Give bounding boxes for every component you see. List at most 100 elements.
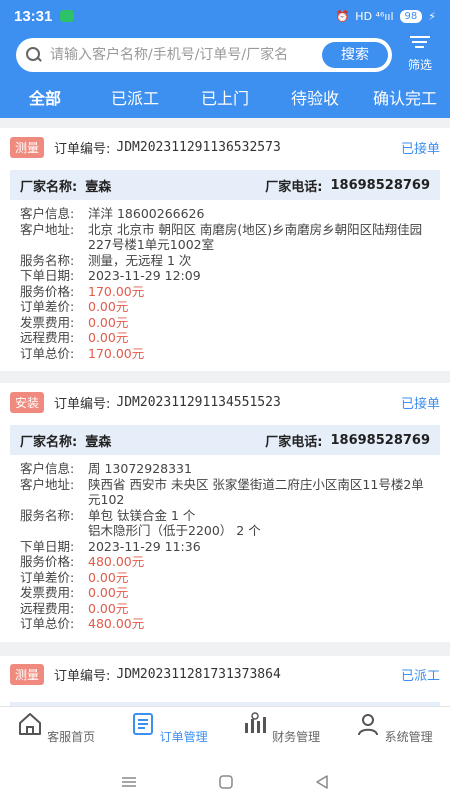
battery-icon: 98	[399, 9, 423, 23]
order-status: 已派工	[400, 669, 440, 684]
order-no-label: 订单编号:	[54, 396, 111, 412]
tab-pending-acceptance[interactable]: 待验收	[270, 84, 360, 118]
service-type-badge: 安装	[10, 391, 45, 413]
status-bar: 13:31 ⏰ HD ⁴⁶ııl 98 ⚡	[0, 0, 450, 32]
finance-icon	[245, 712, 267, 733]
factory-name-label: 厂家名称:	[20, 434, 78, 450]
order-no: JDM202311291134551523	[116, 394, 281, 410]
nav-label: 订单管理	[159, 730, 208, 744]
price-diff: 0.00元	[88, 569, 129, 585]
order-list: 测量 订单编号: JDM202311291136532573 已接单 厂家名称:…	[0, 118, 450, 706]
order-card-header: 安装 订单编号: JDM202311291134551523 已接单	[10, 383, 440, 421]
tab-completed[interactable]: 确认完工	[360, 84, 450, 118]
order-no: JDM202311281731373864	[116, 667, 281, 682]
system-nav-bar	[0, 764, 450, 800]
remote-fee: 0.00元	[88, 330, 129, 345]
order-details: 客户信息: 周 13072928331 客户地址: 陕西省 西安市 未央区 张家堡街…	[10, 455, 440, 632]
order-status: 已接单	[400, 141, 440, 157]
customer-address: 陕西省 西安市 未央区 张家堡街道二府庄小区南区11号楼2单元102	[88, 476, 424, 508]
back-icon[interactable]	[314, 774, 330, 790]
tab-dispatched[interactable]: 已派工	[90, 84, 180, 118]
nav-label: 财务管理	[272, 730, 321, 744]
alarm-icon: ⏰	[335, 9, 350, 23]
remote-label: 远程费用:	[20, 600, 75, 616]
invoice-label: 发票费用:	[20, 585, 75, 600]
user-icon	[357, 714, 378, 736]
invoice-fee: 0.00元	[88, 314, 129, 330]
price-diff: 0.00元	[88, 299, 129, 314]
invoice-fee: 0.00元	[88, 585, 129, 600]
service-price-label: 服务价格:	[20, 554, 75, 569]
service-name: 测量，无远程 1 次	[88, 252, 192, 268]
service-price: 170.00元	[88, 283, 145, 299]
order-card-header: 测量 订单编号: JDM202311291136532573 已接单	[10, 128, 440, 166]
header: 搜索 筛选 全部 已派工 已上门 待验收 确认完工	[0, 32, 450, 118]
signal-icon: HD ⁴⁶ııl	[355, 9, 394, 23]
factory-phone-label: 厂家电话:	[265, 434, 323, 450]
nav-customer-service-home[interactable]: 客服首页	[0, 707, 113, 764]
date-label: 下单日期:	[20, 538, 75, 554]
price-diff-label: 订单差价:	[20, 569, 75, 585]
factory-bar: 厂家名称: 壹森 厂家电话: 18698528769	[10, 170, 440, 200]
service-type-badge: 测量	[10, 136, 45, 158]
nav-label: 系统管理	[384, 730, 433, 744]
wechat-icon	[60, 10, 75, 22]
total-label: 订单总价:	[20, 345, 75, 361]
search-icon	[26, 47, 42, 63]
price-diff-label: 订单差价:	[20, 299, 75, 314]
order-details: 客户信息: 洋洋 18600266626 客户地址: 北京 北京市 朝阳区 南磨房(…	[10, 200, 440, 361]
service-price-label: 服务价格:	[20, 283, 75, 299]
nav-system-management[interactable]: 系统管理	[338, 707, 450, 764]
service-line: 铝木隐形门（低于2200） 2 个	[88, 523, 261, 538]
bottom-nav: 客服首页 订单管理 财务管理 系统管理	[0, 706, 450, 764]
nav-order-management[interactable]: 订单管理	[113, 707, 226, 764]
charging-icon: ⚡	[428, 9, 436, 23]
clock: 13:31	[14, 7, 53, 25]
search-button[interactable]: 搜索	[322, 42, 388, 68]
tab-all[interactable]: 全部	[0, 84, 90, 118]
status-icons: ⏰ HD ⁴⁶ııl 98 ⚡	[335, 9, 436, 23]
date-label: 下单日期:	[20, 268, 75, 283]
factory-name: 壹森	[85, 434, 112, 450]
menu-icon[interactable]	[120, 775, 138, 789]
address-label: 客户地址:	[20, 221, 75, 237]
service-name: 单包 钛镁合金 1 个铝木隐形门（低于2200） 2 个	[88, 508, 430, 539]
factory-phone[interactable]: 18698528769	[331, 178, 431, 193]
order-list-icon	[132, 713, 153, 735]
tab-visited[interactable]: 已上门	[180, 84, 270, 118]
factory-phone-label: 厂家电话:	[265, 179, 323, 195]
home-button-icon[interactable]	[218, 774, 234, 790]
order-no-label: 订单编号:	[54, 141, 111, 157]
factory-name: 壹森	[85, 179, 112, 195]
remote-label: 远程费用:	[20, 330, 75, 345]
search-bar: 搜索	[16, 38, 392, 72]
order-card[interactable]: 安装 订单编号: JDM202311291134551523 已接单 厂家名称:…	[0, 383, 450, 642]
filter-button[interactable]: 筛选	[402, 36, 438, 73]
factory-phone[interactable]: 18698528769	[331, 433, 431, 448]
order-date: 2023-11-29 12:09	[88, 268, 201, 283]
service-line: 单包 钛镁合金 1 个	[88, 507, 196, 523]
filter-icon	[410, 36, 430, 54]
order-card-header: 测量 订单编号: JDM202311281731373864 已派工	[10, 656, 440, 694]
order-card[interactable]: 测量 订单编号: JDM202311291136532573 已接单 厂家名称:…	[0, 128, 450, 371]
nav-finance-management[interactable]: 财务管理	[225, 707, 338, 764]
service-type-badge: 测量	[10, 664, 45, 685]
customer-info: 周 13072928331	[88, 461, 192, 476]
order-no: JDM202311291136532573	[116, 139, 281, 155]
remote-fee: 0.00元	[88, 600, 129, 616]
nav-label: 客服首页	[47, 730, 96, 744]
order-status: 已接单	[400, 396, 440, 412]
factory-bar: 厂家名称: 壹森 厂家电话: 18698528769	[10, 425, 440, 455]
order-no-label: 订单编号:	[54, 669, 111, 684]
service-label: 服务名称:	[20, 507, 75, 523]
service-label: 服务名称:	[20, 252, 75, 268]
factory-name-label: 厂家名称:	[20, 179, 78, 195]
order-card[interactable]: 测量 订单编号: JDM202311281731373864 已派工 厂家名称:…	[0, 655, 450, 706]
customer-label: 客户信息:	[20, 206, 75, 221]
address-label: 客户地址:	[20, 476, 75, 492]
service-price: 480.00元	[88, 554, 145, 569]
search-input[interactable]	[50, 47, 298, 63]
home-icon	[19, 713, 42, 735]
customer-info: 洋洋 18600266626	[88, 206, 205, 221]
total-label: 订单总价:	[20, 616, 75, 631]
